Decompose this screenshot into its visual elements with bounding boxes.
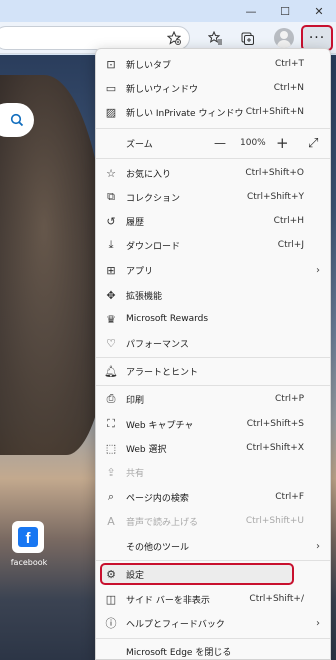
menu-item-collections[interactable]: ⧉ コレクション Ctrl+Shift+Y: [96, 186, 330, 208]
print-icon: ⎙: [106, 392, 116, 405]
menu-item-new-tab[interactable]: ⊡ 新しいタブ Ctrl+T: [96, 53, 330, 75]
settings-and-more-menu: ⊡ 新しいタブ Ctrl+T ▭ 新しいウィンドウ Ctrl+N ▨ 新しい I…: [95, 48, 331, 660]
menu-item-more-tools[interactable]: その他のツール ›: [96, 535, 330, 557]
chevron-right-icon: ›: [316, 264, 320, 276]
quick-link-label: facebook: [10, 558, 48, 567]
history-icon: ↺: [106, 214, 116, 228]
collections-icon: ⧉: [107, 190, 115, 203]
facebook-icon: f: [18, 527, 38, 547]
menu-item-close-edge[interactable]: Microsoft Edge を閉じる: [96, 640, 330, 660]
help-icon: ⓘ: [105, 617, 117, 630]
rewards-icon: ♛: [106, 312, 116, 326]
profile-avatar[interactable]: [274, 28, 294, 48]
chevron-right-icon: ›: [316, 540, 320, 552]
menu-item-zoom: ズーム — 100% + ⤢: [126, 134, 319, 152]
minimize-icon: —: [245, 4, 257, 18]
sidebar-icon: ◫: [105, 592, 117, 606]
menu-item-new-inprivate[interactable]: ▨ 新しい InPrivate ウィンドウ Ctrl+Shift+N: [96, 101, 330, 123]
menu-item-web-select[interactable]: ⬚ Web 選択 Ctrl+Shift+X: [96, 437, 330, 459]
close-icon: ✕: [314, 4, 324, 18]
performance-icon: ♡: [106, 336, 116, 350]
menu-divider: [96, 638, 330, 639]
minimize-button[interactable]: —: [234, 0, 268, 22]
menu-item-apps[interactable]: ⊞ アプリ ›: [96, 259, 330, 281]
page-search-button[interactable]: [0, 103, 34, 137]
menu-item-read-aloud[interactable]: A 音声で読み上げる Ctrl+Shift+U: [96, 510, 330, 532]
new-window-icon: ▭: [105, 81, 117, 95]
gear-icon: ⚙: [106, 567, 116, 581]
inprivate-icon: ▨: [105, 105, 117, 119]
zoom-in-button[interactable]: +: [276, 134, 289, 152]
menu-divider: [96, 158, 330, 159]
menu-divider: [96, 128, 330, 129]
download-icon: ⤓: [108, 238, 114, 251]
favorites-add-icon[interactable]: [163, 27, 185, 49]
menu-item-find[interactable]: ⌕ ページ内の検索 Ctrl+F: [96, 486, 330, 508]
share-icon: ⇪: [106, 465, 116, 479]
find-icon: ⌕: [107, 490, 115, 503]
menu-item-downloads[interactable]: ⤓ ダウンロード Ctrl+J: [96, 234, 330, 256]
menu-item-alerts[interactable]: 🔔︎ アラートとヒント: [96, 360, 330, 382]
menu-item-help[interactable]: ⓘ ヘルプとフィードバック ›: [96, 612, 330, 634]
bell-icon: 🔔︎: [104, 364, 118, 378]
address-bar[interactable]: [0, 26, 190, 50]
quick-link-facebook[interactable]: f: [12, 521, 44, 553]
maximize-button[interactable]: ☐: [268, 0, 302, 22]
new-tab-icon: ⊡: [106, 57, 116, 71]
search-icon: [10, 113, 24, 127]
apps-icon: ⊞: [106, 263, 116, 277]
favorites-icon[interactable]: [204, 27, 226, 49]
menu-item-share[interactable]: ⇪ 共有: [96, 461, 330, 483]
menu-item-rewards[interactable]: ♛ Microsoft Rewards: [96, 308, 330, 330]
title-bar: — ☐ ✕: [0, 0, 336, 22]
read-aloud-icon: A: [107, 514, 115, 528]
maximize-icon: ☐: [280, 4, 290, 18]
menu-divider: [96, 357, 330, 358]
zoom-level: 100%: [240, 138, 266, 148]
menu-item-print[interactable]: ⎙ 印刷 Ctrl+P: [96, 388, 330, 410]
menu-item-extensions[interactable]: ✥ 拡張機能: [96, 284, 330, 306]
fullscreen-icon[interactable]: ⤢: [308, 136, 318, 151]
menu-item-new-window[interactable]: ▭ 新しいウィンドウ Ctrl+N: [96, 77, 330, 99]
menu-item-favorites[interactable]: ☆ お気に入り Ctrl+Shift+O: [96, 162, 330, 184]
extensions-icon: ✥: [106, 288, 116, 302]
zoom-out-button[interactable]: —: [214, 136, 226, 150]
collections-icon[interactable]: [236, 27, 258, 49]
menu-divider: [96, 385, 330, 386]
menu-item-history[interactable]: ↺ 履歴 Ctrl+H: [96, 210, 330, 232]
more-icon: ···: [308, 30, 326, 46]
menu-item-sidebar[interactable]: ◫ サイド バーを非表示 Ctrl+Shift+/: [96, 588, 330, 610]
menu-item-settings[interactable]: ⚙ 設定: [96, 563, 330, 585]
chevron-right-icon: ›: [316, 617, 320, 629]
menu-item-performance[interactable]: ♡ パフォーマンス: [96, 332, 330, 354]
menu-divider: [96, 560, 330, 561]
menu-item-web-capture[interactable]: ⛶ Web キャプチャ Ctrl+Shift+S: [96, 413, 330, 435]
web-select-icon: ⬚: [105, 441, 117, 455]
favorites-icon: ☆: [106, 166, 116, 180]
web-capture-icon: ⛶: [107, 417, 115, 430]
close-window-button[interactable]: ✕: [302, 0, 336, 22]
